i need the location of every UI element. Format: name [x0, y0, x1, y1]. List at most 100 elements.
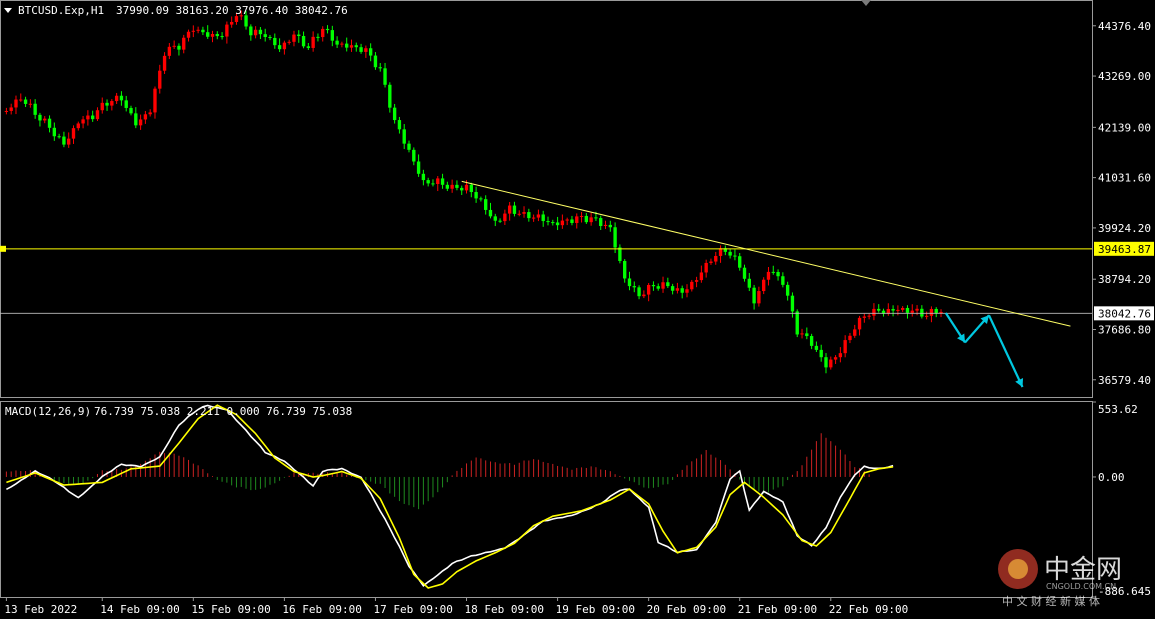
candle-body: [52, 127, 57, 137]
candle-body: [632, 286, 636, 288]
candle-body: [862, 316, 867, 318]
candle-body: [608, 224, 612, 228]
candle-body: [277, 45, 282, 50]
candle-body: [345, 43, 349, 48]
candle-body: [857, 317, 862, 330]
candle-body: [565, 219, 569, 221]
price-tick-label: 41031.60: [1098, 172, 1151, 185]
macd-tick-label: 0.00: [1098, 471, 1125, 484]
candle-body: [412, 149, 416, 162]
time-tick-label: 22 Feb 09:00: [829, 603, 908, 616]
candle-body: [38, 114, 42, 121]
candle-body: [143, 114, 148, 120]
macd-panel-frame: [0, 401, 1093, 598]
candle-body: [541, 214, 545, 222]
candle-body: [474, 192, 478, 199]
candle-body: [301, 36, 306, 47]
candle-body: [704, 262, 708, 273]
time-tick-label: 16 Feb 09:00: [282, 603, 361, 616]
candle-body: [805, 333, 809, 337]
candle-body: [119, 95, 124, 101]
candle-body: [287, 41, 291, 43]
chart-menu-triangle-icon[interactable]: [4, 8, 12, 13]
candle-body: [14, 99, 18, 108]
candle-body: [694, 280, 699, 282]
candle-body: [311, 36, 315, 48]
candle-body: [71, 128, 76, 139]
candle-body: [709, 261, 713, 263]
candle-body: [493, 216, 497, 221]
candle-body: [599, 218, 603, 226]
candle-body: [680, 288, 684, 293]
candle-body: [129, 107, 133, 114]
price-tick-label: 39924.20: [1098, 222, 1151, 235]
projection-arrow: [987, 314, 1024, 388]
candle-body: [527, 212, 531, 219]
watermark-domain: CNGOLD.COM.CN: [1046, 582, 1116, 591]
candle-body: [373, 55, 378, 68]
candle-body: [162, 55, 167, 71]
current-price-label: 38042.76: [1098, 307, 1151, 320]
candle-body: [469, 184, 473, 193]
candle-body: [809, 336, 814, 346]
candle-body: [560, 220, 565, 226]
candle-body: [177, 45, 181, 50]
candle-body: [512, 205, 517, 214]
candle-body: [517, 213, 521, 215]
candle-body: [656, 286, 660, 289]
candle-body: [440, 178, 445, 185]
time-tick-label: 15 Feb 09:00: [191, 603, 270, 616]
candle-body: [613, 227, 617, 248]
candle-body: [407, 143, 411, 150]
candle-body: [752, 287, 756, 304]
candle-body: [47, 118, 52, 128]
scroll-marker-icon[interactable]: [861, 0, 871, 6]
candle-body: [33, 103, 37, 115]
candle-body: [134, 113, 138, 126]
time-tick-label: 20 Feb 09:00: [647, 603, 726, 616]
candle-body: [158, 70, 162, 89]
candle-body: [28, 103, 33, 105]
candle-body: [675, 288, 680, 291]
candle-body: [867, 315, 871, 317]
candle-body: [661, 282, 665, 289]
candle-body: [464, 184, 469, 191]
candle-body: [546, 221, 550, 223]
candle-body: [229, 21, 234, 25]
candle-body: [431, 183, 435, 185]
candle-body: [910, 310, 914, 313]
candle-body: [819, 349, 823, 358]
candle-body: [62, 136, 66, 145]
candle-body: [747, 278, 751, 288]
candle-body: [368, 48, 373, 56]
candle-body: [114, 95, 119, 102]
candle-body: [507, 205, 512, 214]
candle-body: [297, 34, 301, 37]
candle-body: [699, 272, 704, 281]
candle-body: [292, 34, 296, 42]
candle-body: [551, 222, 555, 224]
candle-body: [23, 99, 28, 104]
candle-body: [915, 308, 919, 311]
candle-body: [455, 184, 459, 188]
candle-body: [325, 28, 330, 31]
trading-chart: 44376.40 43269.00 42139.00 41031.60 39924.20…: [0, 0, 1154, 616]
price-levels: [0, 180, 1092, 388]
time-tick-label: 14 Feb 09:00: [100, 603, 179, 616]
candle-body: [742, 267, 747, 279]
candle-body: [349, 45, 354, 48]
candle-body: [340, 43, 344, 45]
candle-body: [196, 29, 200, 31]
candle-body: [436, 178, 440, 184]
candle-body: [488, 209, 493, 217]
candle-body: [536, 214, 541, 218]
candle-body: [570, 219, 574, 223]
candle-body: [814, 345, 819, 350]
candle-body: [335, 40, 339, 45]
candle-body: [623, 260, 627, 279]
candle-body: [421, 173, 426, 181]
price-tick-label: 44376.40: [1098, 20, 1151, 33]
candle-body: [479, 198, 483, 200]
candle-body: [225, 24, 229, 37]
candle-body: [268, 37, 272, 39]
